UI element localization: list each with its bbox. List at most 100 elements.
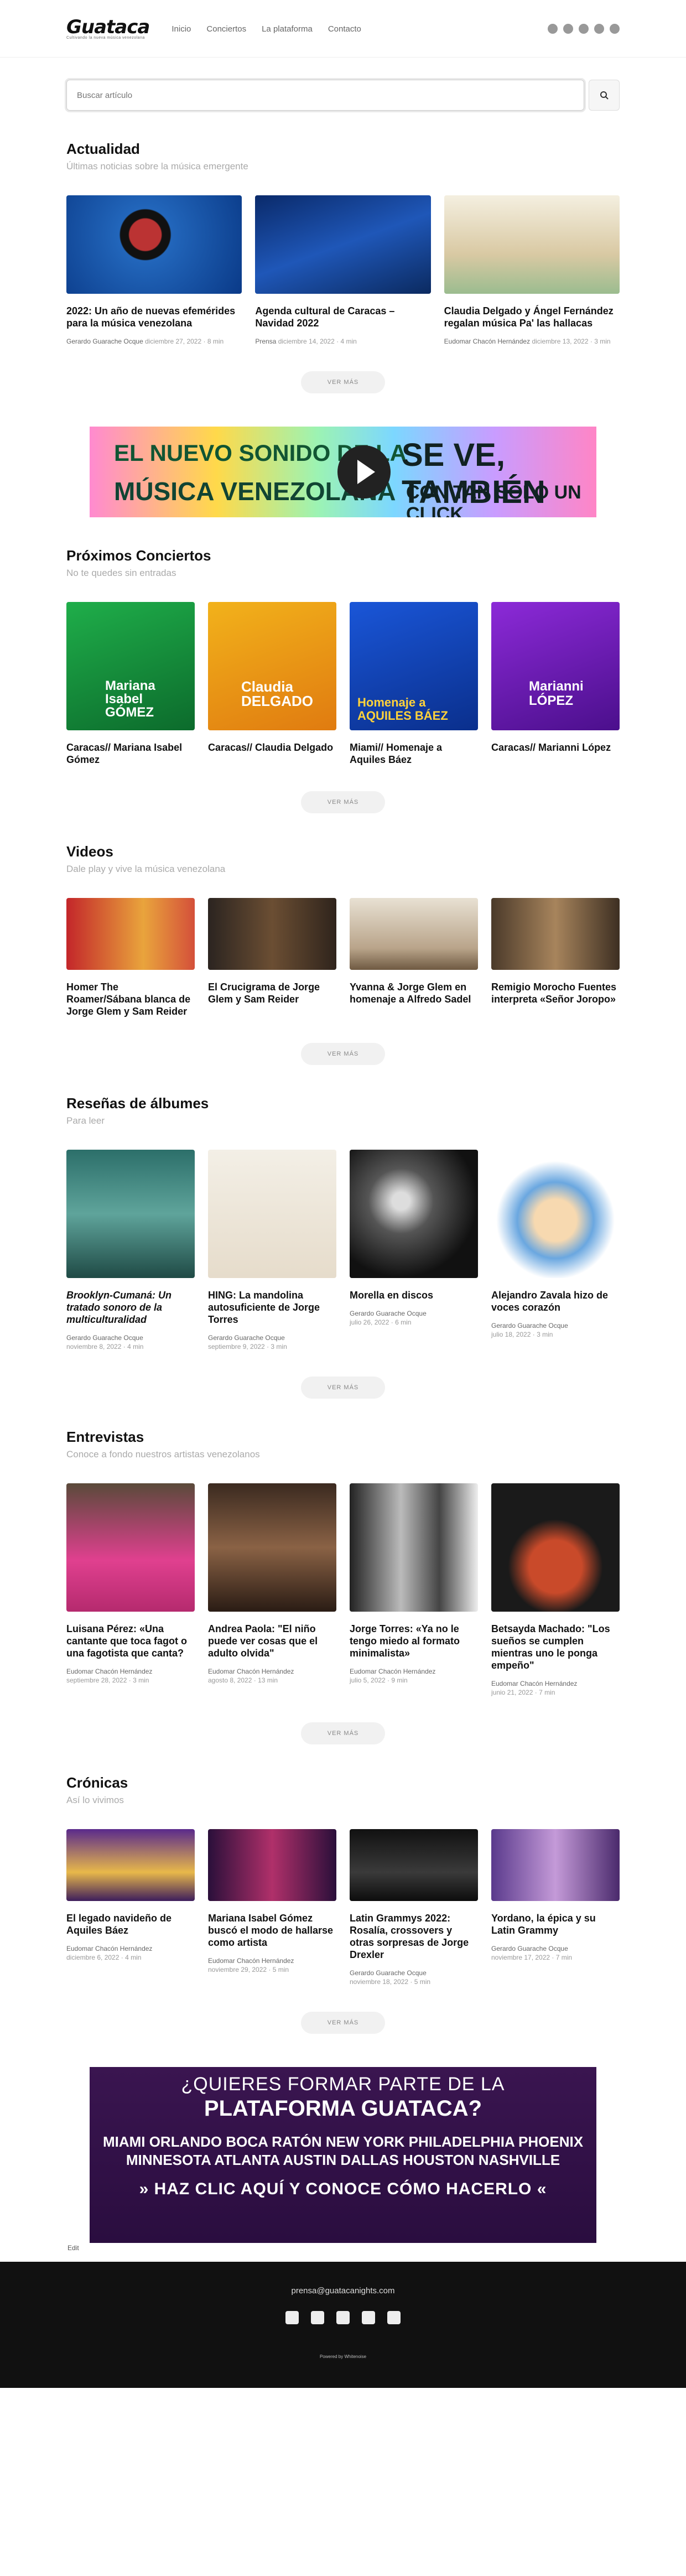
interview-title[interactable]: Betsayda Machado: "Los sueños se cumplen… (491, 1623, 620, 1671)
ver-mas-button[interactable]: VER MÁS (301, 791, 385, 813)
footer-email[interactable]: prensa@guatacanights.com (0, 2262, 686, 2295)
nav-la-plataforma[interactable]: La plataforma (262, 24, 313, 34)
video-card[interactable]: Yvanna & Jorge Glem en homenaje a Alfred… (350, 898, 478, 1017)
interview-card[interactable]: Betsayda Machado: "Los sueños se cumplen… (491, 1483, 620, 1697)
interview-photo[interactable] (208, 1483, 336, 1612)
spotify-icon[interactable] (387, 2311, 401, 2324)
facebook-icon[interactable] (563, 24, 573, 34)
twitter-icon[interactable] (362, 2311, 375, 2324)
video-card[interactable]: Homer The Roamer/Sábana blanca de Jorge … (66, 898, 195, 1017)
post-author[interactable]: Gerardo Guarache Ocque (491, 1322, 568, 1329)
chronicle-card[interactable]: Mariana Isabel Gómez buscó el modo de ha… (208, 1829, 336, 1986)
chronicle-title[interactable]: Yordano, la épica y su Latin Grammy (491, 1912, 620, 1936)
post-author[interactable]: Eudomar Chacón Hernández (491, 1680, 577, 1687)
concert-card[interactable]: Mariana Isabel GÓMEZ Caracas// Mariana I… (66, 602, 195, 766)
concert-title[interactable]: Caracas// Mariana Isabel Gómez (66, 741, 195, 766)
chronicle-title[interactable]: El legado navideño de Aquiles Báez (66, 1912, 195, 1936)
chronicle-photo[interactable] (491, 1829, 620, 1901)
post-title[interactable]: 2022: Un año de nuevas efemérides para l… (66, 305, 242, 329)
site-logo[interactable]: Guataca Cultivando la nueva música venez… (66, 18, 150, 40)
video-thumbnail[interactable] (350, 898, 478, 970)
banner-cta[interactable]: » HAZ CLIC AQUÍ Y CONOCE CÓMO HACERLO « (90, 2180, 596, 2199)
interview-card[interactable]: Andrea Paola: "El niño puede ver cosas q… (208, 1483, 336, 1697)
post-thumbnail[interactable] (444, 195, 620, 294)
twitter-icon[interactable] (594, 24, 604, 34)
post-card[interactable]: Agenda cultural de Caracas – Navidad 202… (255, 195, 431, 346)
post-author[interactable]: Eudomar Chacón Hernández (208, 1957, 294, 1965)
concert-poster[interactable]: Homenaje a AQUILES BÁEZ (350, 602, 478, 730)
video-title[interactable]: Yvanna & Jorge Glem en homenaje a Alfred… (350, 981, 478, 1005)
ver-mas-button[interactable]: VER MÁS (301, 1377, 385, 1399)
video-title[interactable]: Remigio Morocho Fuentes interpreta «Seño… (491, 981, 620, 1005)
search-button[interactable] (589, 80, 620, 111)
interview-photo[interactable] (350, 1483, 478, 1612)
video-thumbnail[interactable] (208, 898, 336, 970)
post-card[interactable]: 2022: Un año de nuevas efemérides para l… (66, 195, 242, 346)
video-thumbnail[interactable] (66, 898, 195, 970)
interview-title[interactable]: Andrea Paola: "El niño puede ver cosas q… (208, 1623, 336, 1659)
post-author[interactable]: Eudomar Chacón Hernández (350, 1668, 435, 1675)
post-title[interactable]: Claudia Delgado y Ángel Fernández regala… (444, 305, 620, 329)
review-card[interactable]: HING: La mandolina autosuficiente de Jor… (208, 1150, 336, 1351)
interview-title[interactable]: Jorge Torres: «Ya no le tengo miedo al f… (350, 1623, 478, 1659)
interview-title[interactable]: Luisana Pérez: «Una cantante que toca fa… (66, 1623, 195, 1659)
post-author[interactable]: Eudomar Chacón Hernández (444, 337, 530, 345)
concert-card[interactable]: Homenaje a AQUILES BÁEZ Miami// Homenaje… (350, 602, 478, 766)
nav-inicio[interactable]: Inicio (172, 24, 191, 34)
video-title[interactable]: Homer The Roamer/Sábana blanca de Jorge … (66, 981, 195, 1017)
concert-poster[interactable]: Claudia DELGADO (208, 602, 336, 730)
post-thumbnail[interactable] (66, 195, 242, 294)
chronicle-card[interactable]: Yordano, la épica y su Latin Grammy Gera… (491, 1829, 620, 1986)
post-title[interactable]: Agenda cultural de Caracas – Navidad 202… (255, 305, 430, 329)
review-card[interactable]: Alejandro Zavala hizo de voces corazón G… (491, 1150, 620, 1351)
video-title[interactable]: El Crucigrama de Jorge Glem y Sam Reider (208, 981, 336, 1005)
review-title[interactable]: Brooklyn-Cumaná: Un tratado sonoro de la… (66, 1289, 195, 1326)
video-card[interactable]: Remigio Morocho Fuentes interpreta «Seño… (491, 898, 620, 1017)
album-cover[interactable] (208, 1150, 336, 1278)
instagram-icon[interactable] (285, 2311, 299, 2324)
chronicle-title[interactable]: Mariana Isabel Gómez buscó el modo de ha… (208, 1912, 336, 1949)
review-title[interactable]: Alejandro Zavala hizo de voces corazón (491, 1289, 620, 1313)
ver-mas-button[interactable]: VER MÁS (301, 2012, 385, 2034)
post-author[interactable]: Gerardo Guarache Ocque (66, 337, 143, 345)
post-card[interactable]: Claudia Delgado y Ángel Fernández regala… (444, 195, 620, 346)
post-author[interactable]: Eudomar Chacón Hernández (66, 1668, 152, 1675)
album-cover[interactable] (491, 1150, 620, 1278)
edit-link[interactable]: Edit (67, 2244, 686, 2252)
concert-title[interactable]: Caracas// Marianni López (491, 741, 620, 754)
nav-contacto[interactable]: Contacto (328, 24, 361, 34)
chronicle-photo[interactable] (208, 1829, 336, 1901)
post-author[interactable]: Gerardo Guarache Ocque (66, 1334, 143, 1342)
post-author[interactable]: Eudomar Chacón Hernández (208, 1668, 294, 1675)
concert-card[interactable]: Claudia DELGADO Caracas// Claudia Delgad… (208, 602, 336, 766)
play-icon[interactable] (337, 445, 391, 498)
video-thumbnail[interactable] (491, 898, 620, 970)
post-author[interactable]: Eudomar Chacón Hernández (66, 1945, 152, 1952)
chronicle-card[interactable]: El legado navideño de Aquiles Báez Eudom… (66, 1829, 195, 1986)
chronicle-card[interactable]: Latin Grammys 2022: Rosalía, crossovers … (350, 1829, 478, 1986)
post-author[interactable]: Gerardo Guarache Ocque (208, 1334, 285, 1342)
interview-photo[interactable] (66, 1483, 195, 1612)
album-cover[interactable] (66, 1150, 195, 1278)
promo-banner-video[interactable]: EL NUEVO SONIDO DE LA MÚSICA VENEZOLANA … (90, 427, 596, 517)
review-title[interactable]: Morella en discos (350, 1289, 478, 1301)
post-author[interactable]: Gerardo Guarache Ocque (350, 1969, 427, 1977)
promo-banner-plataforma[interactable]: ¿QUIERES FORMAR PARTE DE LA PLATAFORMA G… (90, 2067, 596, 2243)
chronicle-title[interactable]: Latin Grammys 2022: Rosalía, crossovers … (350, 1912, 478, 1961)
interview-card[interactable]: Jorge Torres: «Ya no le tengo miedo al f… (350, 1483, 478, 1697)
review-card[interactable]: Morella en discos Gerardo Guarache Ocque… (350, 1150, 478, 1351)
chronicle-photo[interactable] (66, 1829, 195, 1901)
review-title[interactable]: HING: La mandolina autosuficiente de Jor… (208, 1289, 336, 1326)
youtube-icon[interactable] (336, 2311, 350, 2324)
youtube-icon[interactable] (579, 24, 589, 34)
post-author[interactable]: Gerardo Guarache Ocque (491, 1945, 568, 1952)
interview-photo[interactable] (491, 1483, 620, 1612)
review-card[interactable]: Brooklyn-Cumaná: Un tratado sonoro de la… (66, 1150, 195, 1351)
post-thumbnail[interactable] (255, 195, 431, 294)
nav-conciertos[interactable]: Conciertos (206, 24, 246, 34)
interview-card[interactable]: Luisana Pérez: «Una cantante que toca fa… (66, 1483, 195, 1697)
spotify-icon[interactable] (610, 24, 620, 34)
ver-mas-button[interactable]: VER MÁS (301, 1722, 385, 1744)
ver-mas-button[interactable]: VER MÁS (301, 1043, 385, 1065)
search-input[interactable] (65, 78, 586, 112)
